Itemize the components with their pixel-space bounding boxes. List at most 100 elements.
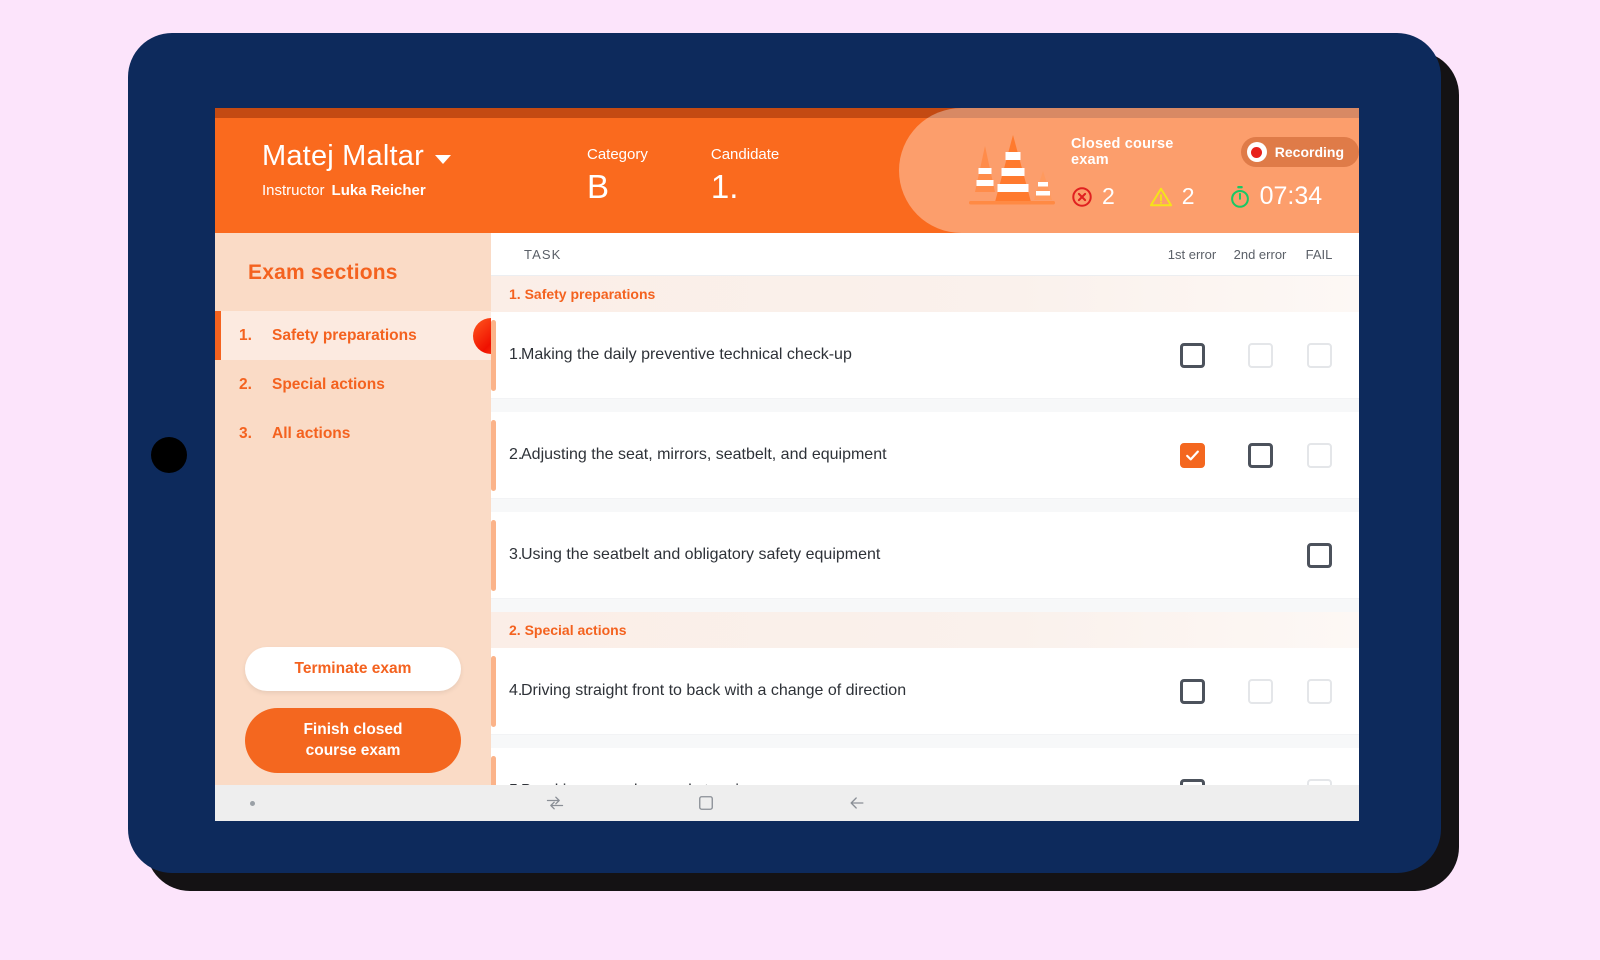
exam-type-label: Closed course exam [1071, 136, 1203, 168]
timer-value: 07:34 [1260, 182, 1323, 211]
candidate-block: Candidate 1. [711, 146, 779, 206]
task-number: 4. [491, 682, 521, 700]
table-row[interactable]: 5. Breaking procedure and stopping [491, 748, 1359, 785]
category-value: B [587, 168, 648, 206]
row-separator [491, 599, 1359, 612]
sidebar-item-all-actions[interactable]: 3. All actions [215, 409, 491, 458]
candidate-value: 1. [711, 168, 779, 206]
task-table-header: TASK 1st error 2nd error FAIL [491, 233, 1359, 276]
group-header-special-actions: 2. Special actions [491, 612, 1359, 648]
task-label: Adjusting the seat, mirrors, seatbelt, a… [521, 446, 887, 464]
sidebar-item-safety-preparations[interactable]: 1. Safety preparations [215, 311, 491, 360]
finish-button-line2: course exam [306, 742, 401, 759]
record-dot-icon [1247, 142, 1267, 162]
android-nav-bar [215, 785, 1359, 821]
row-checkboxes [1161, 443, 1341, 468]
table-row[interactable]: 3. Using the seatbelt and obligatory saf… [491, 512, 1359, 599]
app-header: Matej Maltar Instructor Luka Reicher Cat… [215, 108, 1359, 233]
row-separator [491, 499, 1359, 512]
header-identity: Matej Maltar Instructor Luka Reicher [262, 140, 451, 199]
exam-status-content: Closed course exam Recording [1071, 136, 1359, 211]
checkbox-2nd-error[interactable] [1248, 443, 1273, 468]
exam-status-panel: Closed course exam Recording [899, 108, 1359, 233]
table-row[interactable]: 2. Adjusting the seat, mirrors, seatbelt… [491, 412, 1359, 499]
category-block: Category B [587, 146, 648, 206]
square-home-icon[interactable] [696, 793, 716, 813]
sidebar-item-number: 3. [239, 425, 251, 443]
checkbox-2nd-error[interactable] [1248, 679, 1273, 704]
switch-tasks-icon[interactable] [545, 793, 565, 813]
warning-triangle-icon [1149, 186, 1173, 208]
app-content: Exam sections 1. Safety preparations 2. … [215, 233, 1359, 785]
sidebar-item-number: 1. [239, 327, 251, 345]
checkbox-fail[interactable] [1307, 343, 1332, 368]
task-number: 3. [491, 546, 521, 564]
checkbox-2nd-error[interactable] [1248, 343, 1273, 368]
nav-indicator-dot [250, 801, 255, 806]
table-row[interactable]: 4. Driving straight front to back with a… [491, 648, 1359, 735]
task-label: Making the daily preventive technical ch… [521, 346, 852, 364]
instructor-label: Instructor [262, 182, 325, 199]
exam-sections-list: 1. Safety preparations 2. Special action… [215, 311, 491, 458]
errors-stat: 2 [1071, 183, 1115, 210]
warnings-count: 2 [1182, 183, 1195, 210]
row-checkboxes [1161, 679, 1341, 704]
row-checkboxes [1161, 543, 1341, 568]
sidebar-item-label: Special actions [272, 376, 385, 394]
checkbox-1st-error[interactable] [1180, 343, 1205, 368]
checkbox-fail[interactable] [1307, 543, 1332, 568]
recording-badge[interactable]: Recording [1241, 137, 1359, 167]
back-arrow-icon[interactable] [847, 793, 867, 813]
row-checkboxes [1161, 343, 1341, 368]
checkbox-fail[interactable] [1307, 443, 1332, 468]
check-icon [1184, 447, 1201, 464]
sidebar-item-special-actions[interactable]: 2. Special actions [215, 360, 491, 409]
sidebar-item-label: All actions [272, 425, 350, 443]
stopwatch-icon [1229, 185, 1251, 209]
app-screen: Matej Maltar Instructor Luka Reicher Cat… [215, 108, 1359, 821]
task-number: 2. [491, 446, 521, 464]
group-header-safety-preparations: 1. Safety preparations [491, 276, 1359, 312]
checkbox-fail[interactable] [1307, 679, 1332, 704]
column-header-fail: FAIL [1297, 247, 1341, 262]
candidate-label: Candidate [711, 146, 779, 163]
sidebar-item-label: Safety preparations [272, 327, 417, 345]
instructor-name: Matej Maltar [262, 140, 424, 173]
table-row[interactable]: 1. Making the daily preventive technical… [491, 312, 1359, 399]
exam-stats-row: 2 2 [1071, 182, 1359, 211]
finish-closed-course-exam-button[interactable]: Finish closed course exam [245, 708, 461, 773]
terminate-exam-button[interactable]: Terminate exam [245, 647, 461, 691]
tablet-home-button[interactable] [151, 437, 187, 473]
checkbox-2nd-error-absent [1248, 543, 1273, 568]
sidebar-item-number: 2. [239, 376, 251, 394]
row-separator [491, 735, 1359, 748]
nav-icons [545, 793, 867, 813]
exam-status-top-row: Closed course exam Recording [1071, 136, 1359, 168]
errors-count: 2 [1102, 183, 1115, 210]
instructor-value: Luka Reicher [332, 182, 426, 199]
chevron-down-icon[interactable] [435, 155, 451, 164]
header-meta: Category B Candidate 1. [587, 146, 779, 206]
traffic-cones-icon [961, 130, 1059, 214]
error-column-headers: 1st error 2nd error FAIL [1161, 247, 1341, 262]
task-panel: TASK 1st error 2nd error FAIL 1. Safety … [491, 233, 1359, 785]
recording-label: Recording [1275, 144, 1344, 160]
column-header-2nd-error: 2nd error [1223, 247, 1297, 262]
task-number: 1. [491, 346, 521, 364]
error-circle-icon [1071, 186, 1093, 208]
sidebar: Exam sections 1. Safety preparations 2. … [215, 233, 491, 785]
checkbox-1st-error[interactable] [1180, 443, 1205, 468]
task-label: Using the seatbelt and obligatory safety… [521, 546, 880, 564]
task-label: Driving straight front to back with a ch… [521, 682, 906, 700]
instructor-subline: Instructor Luka Reicher [262, 182, 451, 199]
column-header-1st-error: 1st error [1161, 247, 1223, 262]
timer-stat: 07:34 [1229, 182, 1323, 211]
checkbox-1st-error[interactable] [1180, 679, 1205, 704]
checkbox-1st-error-absent [1180, 543, 1205, 568]
warnings-stat: 2 [1149, 183, 1195, 210]
sidebar-title: Exam sections [215, 233, 491, 285]
instructor-name-dropdown[interactable]: Matej Maltar [262, 140, 451, 173]
sidebar-actions: Terminate exam Finish closed course exam [245, 647, 461, 773]
finish-button-line1: Finish closed [303, 721, 402, 738]
category-label: Category [587, 146, 648, 163]
